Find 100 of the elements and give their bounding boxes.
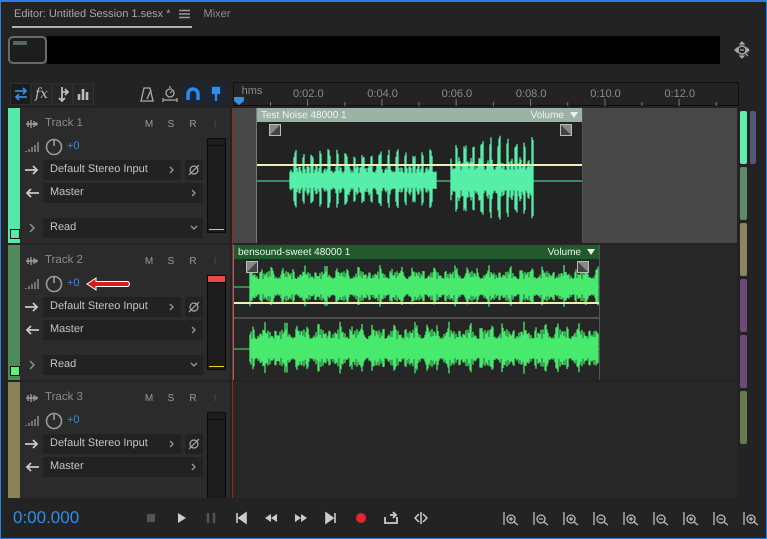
waveform-icon <box>25 393 39 403</box>
record-arm-button[interactable]: R <box>182 390 204 406</box>
view-tab[interactable] <box>73 83 94 105</box>
timeline-ruler[interactable]: hms 0:02.0 0:04.0 0:06.0 0:08.0 0:10.0 0:12.0 <box>233 82 739 106</box>
chevron-right-icon <box>168 302 176 310</box>
chevron-right-icon <box>190 326 198 334</box>
ruler-label: 0:08.0 <box>516 87 546 102</box>
time-display: 0:00.000 <box>13 507 80 530</box>
magnifier-icon <box>682 510 700 526</box>
magnet-icon <box>184 86 200 102</box>
stop-icon <box>144 511 158 525</box>
chevron-down-icon <box>190 224 198 232</box>
magnifier-icon <box>712 510 730 526</box>
mute-button[interactable]: M <box>138 390 160 406</box>
ruler-label: 0:06.0 <box>442 87 472 102</box>
volume-knob[interactable] <box>45 138 63 156</box>
chevron-down-icon <box>190 360 198 368</box>
track-overview-segment[interactable] <box>740 279 746 332</box>
magnifier-icon <box>652 510 670 526</box>
view-tab[interactable] <box>52 83 73 105</box>
output-dropdown[interactable]: Master <box>43 320 203 340</box>
phase-invert-button[interactable] <box>185 160 203 180</box>
phase-icon <box>188 438 200 450</box>
solo-button[interactable]: S <box>160 116 182 132</box>
track-overview-segment[interactable] <box>740 391 746 444</box>
fade-in-handle[interactable] <box>246 261 258 273</box>
solo-button[interactable]: S <box>160 390 182 406</box>
solo-button[interactable]: S <box>160 254 182 268</box>
view-tab[interactable] <box>10 83 31 105</box>
input-dropdown[interactable]: Default Stereo Input <box>43 160 181 180</box>
pointer-arrow-icon <box>84 276 132 292</box>
record-arm-button[interactable]: R <box>182 254 204 268</box>
volume-value[interactable]: +0 <box>67 138 80 155</box>
track-name: Track 2 <box>45 253 84 268</box>
mute-button[interactable]: M <box>138 254 160 268</box>
volume-level-icon <box>25 414 41 426</box>
input-dropdown[interactable]: Default Stereo Input <box>43 296 181 316</box>
input-dropdown[interactable]: Default Stereo Input <box>43 434 181 454</box>
clip-title: Test Noise 48000 1 <box>261 108 347 122</box>
skip-to-start-icon <box>234 511 248 525</box>
automation-mode-dropdown[interactable]: Read <box>43 218 203 238</box>
fade-out-handle[interactable] <box>560 124 572 136</box>
dropdown-triangle-icon <box>570 112 578 118</box>
track-overview-segment[interactable] <box>740 167 746 220</box>
magnifier-icon <box>592 510 610 526</box>
volume-value[interactable]: +0 <box>67 412 80 429</box>
output-arrow-icon <box>25 324 39 334</box>
volume-level-icon <box>25 140 41 152</box>
ruler-unit: hms <box>242 84 262 99</box>
output-arrow-icon <box>25 462 39 472</box>
metronome-icon <box>138 86 154 102</box>
menu-icon[interactable] <box>178 8 190 19</box>
volume-menu[interactable]: Volume <box>548 244 595 260</box>
track-overview-segment[interactable] <box>740 111 746 164</box>
fade-in-handle[interactable] <box>269 124 281 136</box>
phase-invert-button[interactable] <box>185 296 203 316</box>
fade-out-handle[interactable] <box>577 261 589 273</box>
rewind-icon <box>264 511 278 525</box>
volume-knob[interactable] <box>45 412 63 430</box>
phase-icon <box>188 164 200 176</box>
track-select-checkbox[interactable] <box>10 366 20 376</box>
snap-toggle[interactable] <box>182 83 203 105</box>
phase-invert-button[interactable] <box>185 434 203 454</box>
fast-forward-icon <box>294 511 308 525</box>
track-select-checkbox[interactable] <box>10 229 20 239</box>
tab[interactable]: Editor: Untitled Session 1.sesx * <box>12 6 192 28</box>
overview-thumbnail[interactable] <box>8 36 47 64</box>
waveform-icon <box>25 119 39 129</box>
magnifier-icon <box>532 510 550 526</box>
output-arrow-icon <box>25 188 39 198</box>
chevron-right-icon <box>190 188 198 196</box>
mute-button[interactable]: M <box>138 116 160 132</box>
skip-to-end-icon <box>324 511 338 525</box>
ruler-label: 0:10.0 <box>590 87 621 102</box>
record-arm-button[interactable]: R <box>182 116 204 132</box>
ruler-label: 0:02.0 <box>293 87 324 102</box>
volume-level-icon <box>25 278 41 290</box>
track-name: Track 1 <box>45 116 84 132</box>
magnifier-icon <box>742 510 760 526</box>
automation-mode-dropdown[interactable]: Read <box>43 354 203 374</box>
effects-tab[interactable]: fx <box>31 83 52 105</box>
pin-toggle[interactable] <box>205 83 226 105</box>
playhead-marker[interactable] <box>234 97 244 105</box>
track-overview-segment[interactable] <box>740 335 746 388</box>
track-overview-segment[interactable] <box>740 223 746 276</box>
output-dropdown[interactable]: Master <box>43 182 203 202</box>
volume-knob[interactable] <box>45 274 63 292</box>
volume-value[interactable]: +0 <box>67 275 80 292</box>
ruler-label: 0:04.0 <box>367 87 398 102</box>
overview-lines-icon <box>13 41 27 45</box>
chevron-right-icon <box>168 440 176 448</box>
input-arrow-icon <box>25 302 39 312</box>
track-overview-segment[interactable] <box>750 111 756 164</box>
audio-clip[interactable]: bensound-sweet 48000 1 Volume <box>233 245 600 380</box>
tab[interactable]: Mixer <box>202 6 232 28</box>
input-arrow-icon <box>25 438 39 448</box>
input-arrow-icon <box>25 164 39 174</box>
output-dropdown[interactable]: Master <box>43 456 203 476</box>
stopwatch-icon <box>162 86 178 102</box>
zoom-out-full-icon[interactable] <box>734 41 752 59</box>
